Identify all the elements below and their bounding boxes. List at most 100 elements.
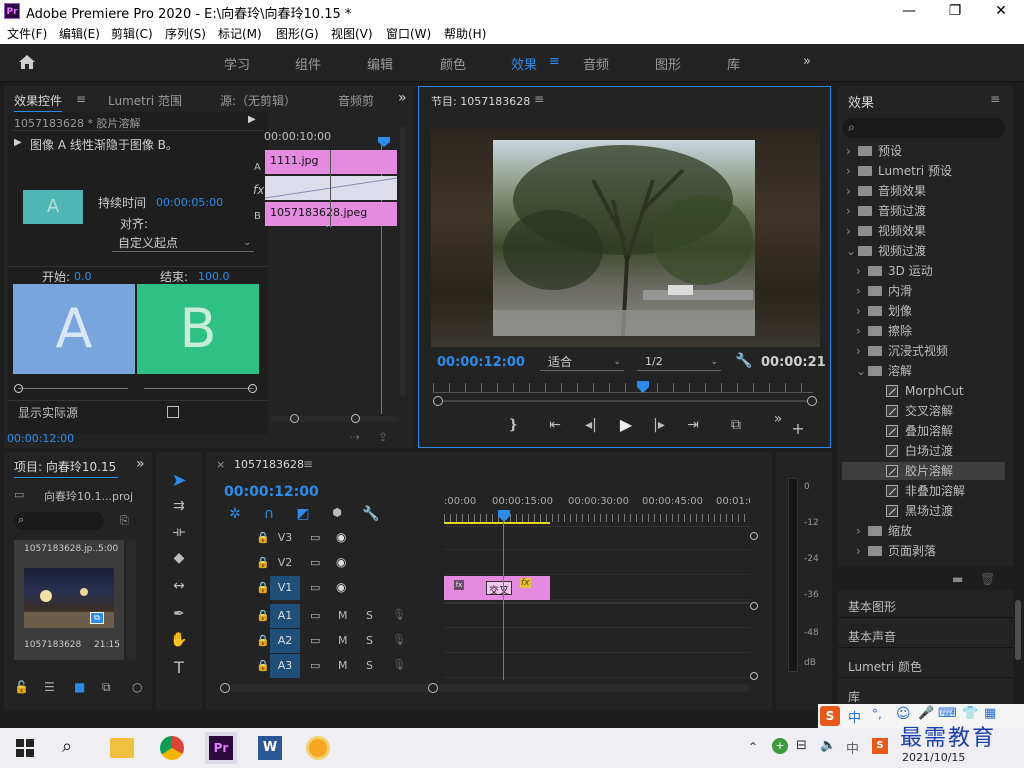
search-icon[interactable]: ⌕ — [62, 736, 72, 757]
transition-badge[interactable]: 交叉 — [486, 581, 512, 597]
effects-tree-item[interactable]: ⌄ 溶解 — [842, 362, 1005, 380]
premiere-taskbar-active[interactable]: Pr — [205, 732, 237, 764]
effects-tree-item[interactable]: › 沉浸式视频 — [842, 342, 1005, 360]
eye-icon[interactable]: ◉ — [336, 555, 346, 569]
filter-icon[interactable]: ⇢ — [350, 430, 360, 444]
timeline-menu-icon[interactable]: ≡ — [303, 457, 313, 471]
razor-tool-icon[interactable]: ◆ — [168, 550, 190, 566]
effects-tree-item[interactable]: › 页面剥落 — [842, 542, 1005, 560]
list-view-icon[interactable]: ☰ — [44, 680, 55, 694]
project-scrollbar[interactable] — [126, 540, 136, 660]
zoom-handle-left[interactable] — [433, 396, 443, 406]
lock-icon[interactable]: 🔒 — [256, 531, 270, 544]
slip-tool-icon[interactable]: ↔ — [168, 578, 190, 594]
end-slider[interactable] — [144, 388, 254, 389]
quality-select[interactable]: 1/2 ⌄ — [637, 353, 721, 371]
effects-tree-item[interactable]: 交叉溶解 — [842, 402, 1005, 420]
eye-icon[interactable]: ◉ — [336, 580, 346, 594]
fit-select[interactable]: 适合 ⌄ — [540, 353, 624, 371]
program-current-time[interactable]: 00:00:12:00 — [437, 355, 525, 370]
effects-tree-item[interactable]: 非叠加溶解 — [842, 482, 1005, 500]
microphone-icon[interactable]: 🎙 — [392, 608, 406, 621]
go-to-in-icon[interactable]: ⇤ — [545, 417, 565, 433]
lock-icon[interactable]: 🔒 — [256, 609, 270, 622]
scroll-handle-right[interactable] — [351, 414, 360, 423]
program-menu-icon[interactable]: ≡ — [534, 92, 544, 106]
effects-tree-item[interactable]: › 擦除 — [842, 322, 1005, 340]
mute-button[interactable]: M — [338, 609, 348, 622]
effects-search-input[interactable]: ⌕ — [842, 118, 1005, 138]
timeline-ruler[interactable]: :00:00 00:00:15:00 00:00:30:00 00:00:45:00 0… — [444, 492, 750, 522]
solo-button[interactable]: S — [366, 634, 373, 647]
workspace-editing[interactable]: 编辑 — [367, 54, 393, 73]
sogou-icon[interactable]: S — [820, 706, 840, 726]
effects-section-header[interactable]: Lumetri 颜色 — [838, 650, 1013, 678]
play-preview-icon[interactable]: ▶ — [14, 137, 22, 148]
chevron-right-icon[interactable]: › — [856, 262, 868, 280]
microphone-icon[interactable]: 🎙 — [392, 658, 406, 671]
ime-punctuation[interactable]: °, — [872, 707, 882, 721]
tab-audio-clip-mixer[interactable]: 音频剪 — [338, 92, 374, 109]
end-slider-handle[interactable] — [248, 384, 257, 393]
timeline-horizontal-scrollbar[interactable] — [220, 684, 750, 692]
lock-icon[interactable]: 🔒 — [256, 581, 270, 594]
timeline-settings-icon[interactable]: 🔧 — [362, 506, 380, 522]
scroll-handle-mid[interactable] — [750, 602, 758, 610]
file-explorer-icon[interactable] — [110, 738, 134, 758]
start-slider-handle[interactable] — [14, 384, 23, 393]
scroll-handle-top[interactable] — [750, 532, 758, 540]
tray-chevron-up-icon[interactable]: ⌃ — [748, 740, 758, 754]
program-time-ruler[interactable] — [433, 383, 813, 393]
mute-button[interactable]: M — [338, 634, 348, 647]
keyboard-icon[interactable]: ⌨ — [938, 706, 957, 721]
menu-file[interactable]: 文件(F) — [7, 25, 47, 42]
effects-tree-item[interactable]: 黑场过渡 — [842, 502, 1005, 520]
start-value[interactable]: 0.0 — [74, 270, 92, 283]
mark-out-icon[interactable]: ❵ — [505, 417, 521, 433]
add-button-icon[interactable]: + — [791, 419, 805, 438]
effects-tree-item[interactable]: 叠加溶解 — [842, 422, 1005, 440]
end-value[interactable]: 100.0 — [198, 270, 230, 283]
sync-lock-icon[interactable]: ▭ — [310, 659, 320, 672]
workspace-assembly[interactable]: 组件 — [295, 54, 321, 73]
close-button[interactable]: ✕ — [978, 0, 1024, 22]
effects-new-bin-icon[interactable]: ▬ — [952, 572, 963, 586]
export-icon[interactable]: ⇪ — [378, 430, 388, 444]
volume-icon[interactable]: 🔈 — [820, 738, 836, 753]
effects-tree-item[interactable]: › 缩放 — [842, 522, 1005, 540]
track-name[interactable]: A2 — [270, 629, 300, 653]
track-name[interactable]: V2 — [270, 551, 300, 575]
workspace-menu-icon[interactable]: ≡ — [549, 54, 560, 69]
track-name[interactable]: V1 — [270, 576, 300, 600]
effects-tree-item[interactable]: MorphCut — [842, 382, 1005, 400]
eye-icon[interactable]: ◉ — [336, 530, 346, 544]
timeline-close-icon[interactable]: × — [216, 458, 225, 471]
project-overflow-icon[interactable]: » — [136, 456, 145, 472]
effects-tree-item[interactable]: › 划像 — [842, 302, 1005, 320]
more-controls-icon[interactable]: » — [771, 411, 785, 427]
chevron-right-icon[interactable]: › — [856, 282, 868, 300]
program-playhead-icon[interactable] — [637, 381, 649, 393]
pen-tool-icon[interactable]: ✒ — [168, 606, 190, 622]
step-forward-icon[interactable]: |▸ — [649, 417, 669, 433]
alignment-select[interactable]: 自定义起点 ⌄ — [112, 234, 254, 252]
menu-edit[interactable]: 编辑(E) — [59, 25, 100, 42]
timeline-playhead-icon[interactable] — [498, 510, 510, 522]
chevron-right-icon[interactable]: › — [846, 182, 858, 200]
find-icon[interactable]: ⎘ — [120, 514, 129, 528]
chevron-down-icon[interactable]: ⌄ — [856, 362, 868, 380]
effects-tree-item[interactable]: 白场过渡 — [842, 442, 1005, 460]
track-name[interactable]: A3 — [270, 654, 300, 678]
effects-section-header[interactable]: 基本声音 — [838, 620, 1013, 648]
sogou-tray-icon[interactable]: S — [872, 738, 888, 754]
chevron-right-icon[interactable]: › — [846, 202, 858, 220]
chevron-right-icon[interactable]: › — [846, 162, 858, 180]
right-scrollbar[interactable] — [1013, 86, 1024, 712]
sync-lock-icon[interactable]: ▭ — [310, 609, 320, 622]
zoom-handle-right[interactable] — [807, 396, 817, 406]
program-video-frame[interactable] — [431, 129, 820, 347]
effects-tree-item[interactable]: › 视频效果 — [842, 222, 1005, 240]
right-scroll-thumb[interactable] — [1015, 600, 1021, 660]
timeline-clip-v1[interactable]: fx 交叉 fx — [444, 576, 550, 600]
app-orange-icon[interactable] — [306, 736, 330, 760]
